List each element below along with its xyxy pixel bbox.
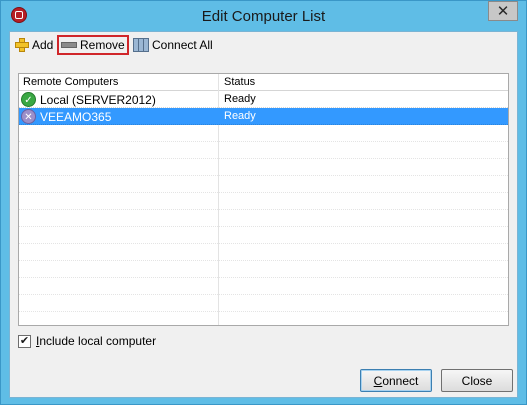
empty-row-line xyxy=(19,158,508,159)
empty-row-line xyxy=(19,243,508,244)
empty-row-line xyxy=(19,260,508,261)
servers-icon xyxy=(133,38,149,52)
empty-row-line xyxy=(19,311,508,312)
add-button-label: Add xyxy=(32,38,54,52)
include-local-checkbox[interactable]: ✔ xyxy=(18,334,31,348)
include-local-label: Include local computer xyxy=(36,334,157,348)
empty-row-line xyxy=(19,175,508,176)
remote-computers-list[interactable]: Remote Computers Status ✓ Local (SERVER2… xyxy=(18,73,509,326)
empty-row-line xyxy=(19,294,508,295)
remove-button-label: Remove xyxy=(80,38,125,52)
title-bar[interactable]: Edit Computer List ✕ xyxy=(1,1,526,31)
computer-name: VEEAMO365 xyxy=(40,110,112,124)
toolbar: Add Remove Connect All xyxy=(10,32,517,58)
include-local-label-rest: nclude local computer xyxy=(39,334,157,348)
edit-computer-list-window: Edit Computer List ✕ Add Remove Connect … xyxy=(0,0,527,405)
list-row-veeamo365[interactable]: ✕ VEEAMO365 Ready xyxy=(19,108,508,125)
computer-name: Local (SERVER2012) xyxy=(40,93,156,107)
connect-all-button[interactable]: Connect All xyxy=(131,35,217,55)
include-local-option[interactable]: ✔ Include local computer xyxy=(18,333,156,349)
column-header-status[interactable]: Status xyxy=(224,76,255,88)
add-button[interactable]: Add xyxy=(13,35,57,55)
dialog-client-area: Add Remove Connect All Remote Computers … xyxy=(9,31,518,398)
connect-button-label: Connect xyxy=(373,373,419,388)
close-button[interactable]: Close xyxy=(441,369,513,392)
plus-icon xyxy=(15,38,29,52)
window-title: Edit Computer List xyxy=(201,8,326,25)
computer-status: Ready xyxy=(224,93,256,105)
empty-row-line xyxy=(19,226,508,227)
window-close-button[interactable]: ✕ xyxy=(488,1,518,21)
connect-button[interactable]: Connect xyxy=(360,369,432,392)
empty-row-line xyxy=(19,141,508,142)
x-circle-icon: ✕ xyxy=(21,109,36,124)
computer-status: Ready xyxy=(224,110,256,122)
check-icon: ✓ xyxy=(21,92,36,107)
column-header-remote-computers[interactable]: Remote Computers xyxy=(23,76,118,88)
connect-all-button-label: Connect All xyxy=(152,38,213,52)
empty-row-line xyxy=(19,209,508,210)
remove-button[interactable]: Remove xyxy=(57,35,129,55)
empty-row-line xyxy=(19,192,508,193)
list-header: Remote Computers Status xyxy=(19,74,508,91)
remove-icon xyxy=(61,42,77,48)
list-row-local[interactable]: ✓ Local (SERVER2012) Ready xyxy=(19,91,508,108)
empty-row-line xyxy=(19,277,508,278)
